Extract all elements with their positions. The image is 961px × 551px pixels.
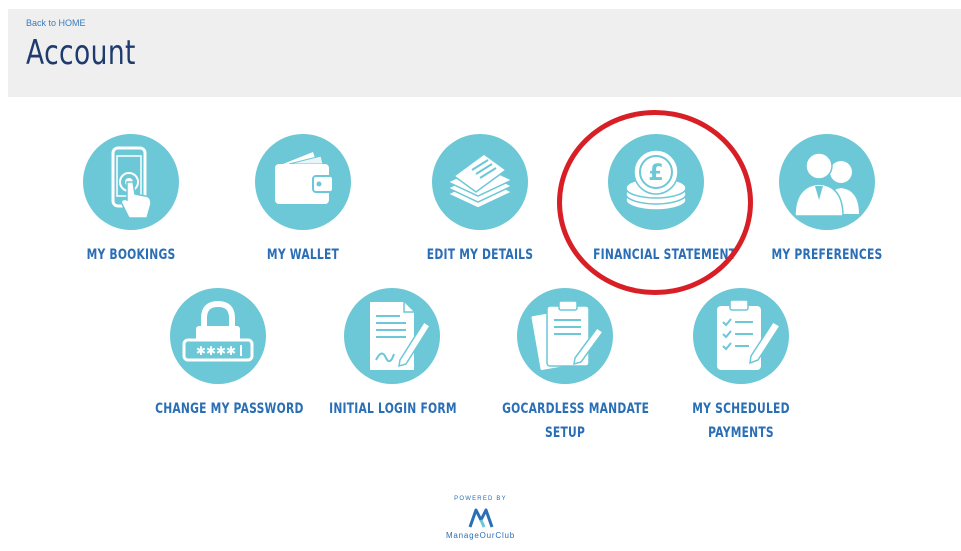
tile-label: MY BOOKINGS: [86, 247, 176, 263]
form-signature-icon: [344, 288, 440, 384]
pound-coins-icon: £: [608, 134, 704, 230]
tile-label: MY PREFERENCES: [771, 247, 883, 263]
tile-my-scheduled-payments[interactable]: MY SCHEDULED PAYMENTS: [656, 288, 826, 445]
tile-label-line1: MY SCHEDULED: [692, 401, 790, 417]
powered-by-text: POWERED BY: [454, 496, 507, 502]
tile-label-line1: GOCARDLESS MANDATE: [502, 401, 650, 417]
brand-name[interactable]: ManageOurClub: [0, 531, 961, 540]
tile-label: EDIT MY DETAILS: [426, 247, 534, 263]
tile-initial-login-form[interactable]: INITIAL LOGIN FORM: [307, 288, 477, 421]
footer: POWERED BY ManageOurClub: [0, 496, 961, 540]
people-icon: [779, 134, 875, 230]
svg-text:✱✱✱✱: ✱✱✱✱: [196, 344, 236, 358]
tile-label: INITIAL LOGIN FORM: [329, 401, 457, 417]
page-title: Account: [26, 33, 136, 73]
wallet-icon: [255, 134, 351, 230]
documents-stack-icon: [432, 134, 528, 230]
tile-gocardless-mandate-setup[interactable]: GOCARDLESS MANDATE SETUP: [480, 288, 650, 445]
tile-label: CHANGE MY PASSWORD: [155, 401, 304, 417]
page-header: Back to HOME Account: [8, 9, 961, 97]
tile-label: FINANCIAL STATEMENT: [593, 247, 737, 263]
checklist-clipboard-icon: [693, 288, 789, 384]
phone-tap-icon: [83, 134, 179, 230]
tile-edit-my-details[interactable]: EDIT MY DETAILS: [395, 134, 565, 267]
tile-my-wallet[interactable]: MY WALLET: [218, 134, 388, 267]
tile-my-preferences[interactable]: MY PREFERENCES: [742, 134, 912, 267]
clipboard-pen-icon: [517, 288, 613, 384]
manageourclub-logo-icon: [468, 508, 493, 528]
tile-change-my-password[interactable]: ✱✱✱✱ CHANGE MY PASSWORD: [133, 288, 303, 421]
tile-label: MY WALLET: [266, 247, 340, 263]
tile-my-bookings[interactable]: MY BOOKINGS: [46, 134, 216, 267]
tile-label-line2: PAYMENTS: [708, 425, 774, 441]
svg-text:£: £: [648, 161, 663, 186]
back-to-home-link[interactable]: Back to HOME: [26, 18, 86, 28]
tile-financial-statement[interactable]: £ FINANCIAL STATEMENT: [571, 134, 741, 267]
padlock-password-icon: ✱✱✱✱: [170, 288, 266, 384]
tile-label-line2: SETUP: [544, 425, 586, 441]
